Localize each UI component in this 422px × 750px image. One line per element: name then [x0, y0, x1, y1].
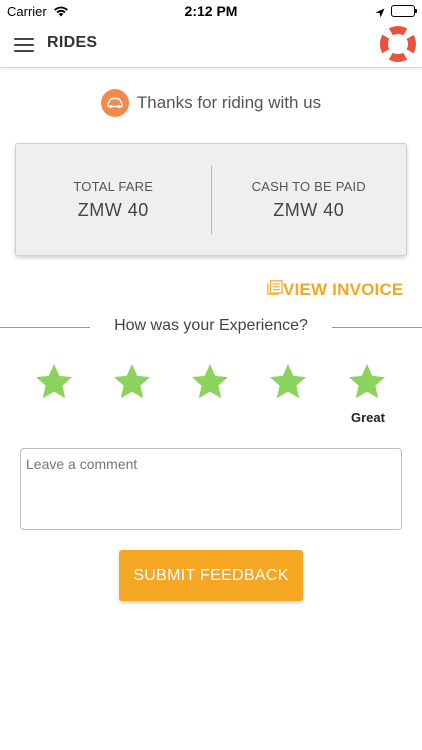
status-bar: Carrier 2:12 PM: [0, 0, 422, 22]
fare-card: TOTAL FARE ZMW 40 CASH TO BE PAID ZMW 40: [15, 143, 407, 256]
star-icon[interactable]: [34, 362, 74, 402]
clock: 2:12 PM: [184, 3, 238, 19]
star-icon[interactable]: [112, 362, 152, 402]
star-icon[interactable]: [268, 362, 308, 402]
view-invoice-label: VIEW INVOICE: [283, 280, 404, 299]
star-rating: [0, 362, 422, 404]
total-fare-value: ZMW 40: [77, 199, 149, 220]
cash-to-pay-label: CASH TO BE PAID: [251, 178, 366, 194]
view-invoice-link[interactable]: VIEW INVOICE: [267, 280, 403, 300]
experience-question: How was your Experience?: [114, 317, 308, 334]
invoice-icon: [267, 280, 283, 300]
star-icon[interactable]: [347, 362, 387, 402]
location-arrow-icon: [375, 5, 385, 23]
total-fare-label: TOTAL FARE: [73, 178, 154, 194]
total-fare-section: TOTAL FARE ZMW 40: [16, 144, 211, 255]
page-title: RIDES: [47, 34, 98, 51]
comment-input[interactable]: [20, 448, 402, 530]
rating-label: Great: [351, 410, 385, 425]
submit-feedback-button[interactable]: SUBMIT FEEDBACK: [119, 550, 303, 601]
cash-to-pay-section: CASH TO BE PAID ZMW 40: [212, 144, 407, 255]
nav-bar: RIDES: [0, 22, 422, 68]
car-icon: [100, 89, 129, 117]
thanks-message: Thanks for riding with us: [136, 93, 322, 112]
star-icon[interactable]: [190, 362, 230, 402]
hamburger-menu-icon[interactable]: [14, 38, 34, 52]
thanks-row: Thanks for riding with us: [0, 89, 422, 117]
battery-icon: [391, 5, 417, 17]
lifebuoy-icon[interactable]: [380, 25, 416, 62]
divider-right: [332, 327, 422, 328]
cash-to-pay-value: ZMW 40: [273, 199, 345, 220]
experience-header: How was your Experience?: [0, 317, 422, 337]
